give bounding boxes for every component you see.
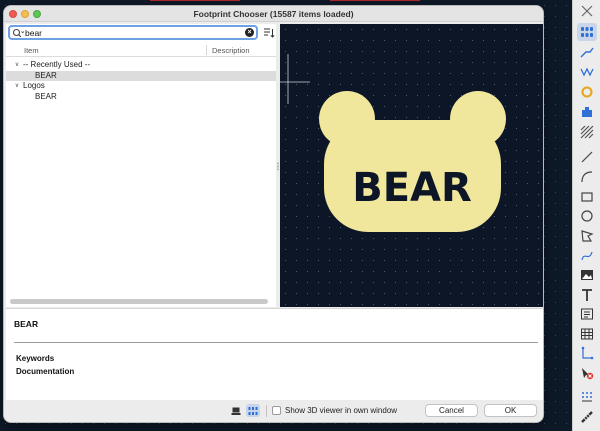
3d-view-icon[interactable] [229,404,243,417]
rectangle-icon[interactable] [577,188,597,206]
ok-button[interactable]: OK [484,404,537,417]
tree-item-label: BEAR [35,91,57,101]
column-description-header[interactable]: Description [212,46,250,55]
tree-item-bear[interactable]: BEAR [6,92,276,103]
dimension-icon[interactable] [577,344,597,362]
search-box: × [8,25,258,40]
textbox-icon[interactable] [577,305,597,323]
table-icon[interactable] [577,325,597,343]
search-row: × [6,24,276,42]
arc-icon[interactable] [577,168,597,186]
footprint-name: BEAR [14,319,39,329]
line-icon[interactable] [577,148,597,166]
tree-group-label: Logos [23,81,45,90]
route-track-icon[interactable] [577,43,597,61]
keywords-label: Keywords [16,354,55,363]
polygon-icon[interactable] [577,227,597,245]
title-bar: Footprint Chooser (15587 items loaded) [4,6,543,22]
circle-icon[interactable] [577,207,597,225]
tree-item-bear[interactable]: BEAR [6,70,276,81]
chevron-down-icon[interactable]: ∨ [13,81,21,92]
library-tree: ∨ -- Recently Used -- BEAR ∨ Logos BEAR [6,60,276,102]
footprint-details-panel: BEAR Keywords Documentation [6,308,543,400]
right-toolbar [572,0,600,431]
diff-pair-icon[interactable] [577,63,597,81]
bear-footprint-graphic: BEAR [280,54,506,232]
grid-pad-icon[interactable] [577,23,597,41]
search-input[interactable] [25,27,235,38]
bear-logo-text: BEAR [352,165,472,211]
footprint-preview[interactable]: BEAR [280,24,543,307]
board-edge-line [330,0,420,1]
tree-group-recently-used[interactable]: ∨ -- Recently Used -- [6,60,276,71]
clear-search-icon[interactable]: × [245,28,254,37]
image-icon[interactable] [577,266,597,284]
horizontal-scrollbar[interactable] [10,299,268,304]
sort-options-icon[interactable] [263,27,275,39]
dialog-title: Footprint Chooser (15587 items loaded) [193,9,354,19]
tree-item-label: BEAR [35,70,57,80]
tree-group-logos[interactable]: ∨ Logos [6,81,276,92]
footer-divider [266,405,267,417]
footprint-view-icon[interactable] [246,404,260,417]
chevron-down-icon[interactable]: ∨ [13,60,21,71]
delete-icon[interactable] [577,364,597,382]
library-tree-pane: × Item Description ∨ -- Recently Used --… [6,24,276,307]
footprint-chooser-dialog: Footprint Chooser (15587 items loaded) ×… [3,5,544,423]
documentation-label: Documentation [16,367,75,376]
show-3d-label: Show 3D viewer in own window [285,406,398,415]
tree-group-label: -- Recently Used -- [23,60,91,69]
show-3d-checkbox[interactable] [272,406,281,415]
ruler-icon[interactable] [577,408,597,426]
search-icon [12,28,24,38]
array-icon[interactable] [577,388,597,406]
dialog-footer: Show 3D viewer in own window Cancel OK [4,401,543,422]
details-divider [14,342,538,343]
tree-column-header: Item Description [6,43,276,57]
column-divider[interactable] [206,45,207,55]
via-icon[interactable] [577,83,597,101]
column-item-header[interactable]: Item [24,46,39,55]
cross-icon[interactable] [577,2,597,20]
text-icon[interactable] [577,286,597,304]
component-icon[interactable] [577,103,597,121]
curve-icon[interactable] [577,247,597,265]
cancel-button[interactable]: Cancel [425,404,478,417]
board-edge-line [150,0,240,1]
zone-icon[interactable] [577,123,597,141]
